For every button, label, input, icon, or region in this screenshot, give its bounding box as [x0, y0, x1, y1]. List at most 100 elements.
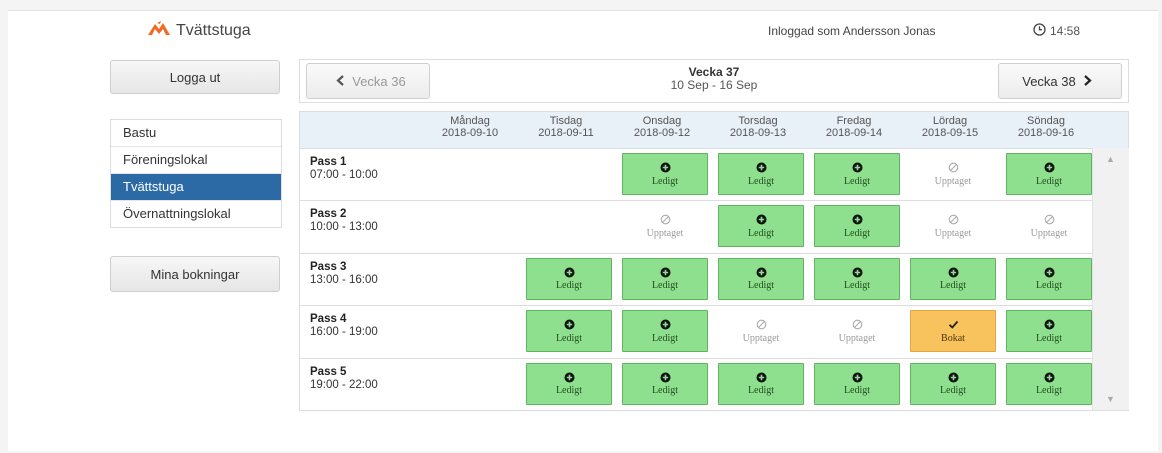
plus-circle-icon: [564, 266, 575, 278]
scrollbar[interactable]: ▲ ▼: [1092, 148, 1129, 410]
plus-circle-icon: [660, 162, 671, 174]
slot-status: Ledigt: [747, 227, 775, 239]
slot-free[interactable]: Ledigt: [718, 205, 804, 248]
plus-circle-icon: [756, 214, 767, 226]
slot-free[interactable]: Ledigt: [814, 257, 900, 300]
slot-free[interactable]: Ledigt: [526, 310, 612, 353]
slot-status: Bokat: [941, 332, 965, 344]
slot-free[interactable]: Ledigt: [910, 257, 996, 300]
pass-label: Pass 2 10:00 - 13:00: [310, 208, 378, 234]
slot-free[interactable]: Ledigt: [622, 362, 708, 405]
day-header-row: Måndag 2018-09-10 Tisdag 2018-09-11 Onsdag 20…: [300, 112, 1128, 149]
next-week-button[interactable]: Vecka 38: [998, 63, 1122, 99]
pass-time: 19:00 - 22:00: [310, 378, 378, 391]
slot-status: Ledigt: [555, 332, 583, 344]
check-icon: [948, 319, 959, 331]
slot-free[interactable]: Ledigt: [1006, 362, 1092, 405]
my-bookings-button[interactable]: Mina bokningar: [110, 256, 280, 292]
plus-circle-icon: [756, 266, 767, 278]
day-date: 2018-09-10: [441, 127, 499, 139]
pass-row: Pass 4 16:00 - 19:00 Ledigt Ledigt Upptaget U…: [300, 305, 1092, 359]
plus-circle-icon: [756, 162, 767, 174]
plus-circle-icon: [1044, 319, 1055, 331]
slot-free[interactable]: Ledigt: [814, 205, 900, 248]
clock-icon: [1033, 23, 1050, 39]
logout-button[interactable]: Logga ut: [110, 60, 280, 94]
day-header: Fredag 2018-09-14: [806, 115, 902, 139]
week-navigation: Vecka 36 Vecka 37 10 Sep - 16 Sep Vecka …: [299, 59, 1129, 103]
schedule-grid: Måndag 2018-09-10 Tisdag 2018-09-11 Onsdag 20…: [299, 111, 1129, 411]
slot-status: Upptaget: [1030, 227, 1068, 239]
slot-status: Ledigt: [939, 385, 967, 397]
slot-free[interactable]: Ledigt: [1006, 153, 1092, 195]
plus-circle-icon: [660, 371, 671, 383]
plus-circle-icon: [1044, 371, 1055, 383]
day-name: Torsdag: [738, 115, 778, 127]
category-item[interactable]: Tvättstuga: [111, 174, 281, 201]
slot-status: Upptaget: [934, 175, 972, 187]
slot-free[interactable]: Ledigt: [1006, 310, 1092, 353]
day-header: Tisdag 2018-09-11: [518, 115, 614, 139]
slot-free[interactable]: Ledigt: [622, 257, 708, 300]
chevron-right-icon: [1076, 74, 1098, 89]
day-date: 2018-09-16: [1017, 127, 1075, 139]
day-header: Onsdag 2018-09-12: [614, 115, 710, 139]
pass-name: Pass 4: [310, 313, 347, 326]
next-week-label: Vecka 38: [1022, 73, 1076, 89]
scroll-up-icon[interactable]: ▲: [1106, 154, 1115, 164]
pass-name: Pass 2: [310, 208, 347, 221]
slot-status: Ledigt: [843, 175, 871, 187]
slot-status: Ledigt: [939, 280, 967, 292]
pass-row: Pass 1 07:00 - 10:00 Ledigt Ledigt Ledigt Upp…: [300, 148, 1092, 202]
slot-free[interactable]: Ledigt: [622, 310, 708, 353]
slot-status: Upptaget: [838, 332, 876, 344]
slot-free[interactable]: Ledigt: [718, 362, 804, 405]
day-date: 2018-09-14: [825, 127, 883, 139]
pass-time: 16:00 - 19:00: [310, 326, 378, 339]
slot-free[interactable]: Ledigt: [718, 153, 804, 195]
slot-free[interactable]: Ledigt: [622, 153, 708, 195]
pass-name: Pass 5: [310, 365, 347, 378]
plus-circle-icon: [948, 371, 959, 383]
slot-status: Ledigt: [1035, 385, 1063, 397]
slot-taken: Upptaget: [1006, 205, 1092, 247]
scroll-down-icon[interactable]: ▼: [1106, 394, 1115, 404]
day-date: 2018-09-15: [921, 127, 979, 139]
slot-free[interactable]: Ledigt: [718, 257, 804, 300]
day-date: 2018-09-12: [633, 127, 691, 139]
day-name: Måndag: [450, 115, 490, 127]
slot-status: Ledigt: [651, 280, 679, 292]
clock: 14:58: [1033, 23, 1080, 39]
plus-circle-icon: [948, 266, 959, 278]
slot-free[interactable]: Ledigt: [814, 362, 900, 405]
slot-status: Ledigt: [555, 385, 583, 397]
category-item[interactable]: Bastu: [111, 120, 281, 147]
slot-free[interactable]: Ledigt: [910, 362, 996, 405]
brand[interactable]: Tvättstuga: [148, 21, 251, 40]
day-header: Söndag 2018-09-16: [998, 115, 1094, 139]
slot-booked[interactable]: Bokat: [910, 310, 996, 353]
slot-free[interactable]: Ledigt: [526, 257, 612, 300]
slot-free[interactable]: Ledigt: [814, 153, 900, 195]
day-name: Onsdag: [642, 115, 682, 127]
plus-circle-icon: [1044, 266, 1055, 278]
pass-label: Pass 5 19:00 - 22:00: [310, 366, 378, 392]
category-item[interactable]: Övernattningslokal: [111, 201, 281, 227]
slot-status: Ledigt: [747, 385, 775, 397]
category-item[interactable]: Föreningslokal: [111, 147, 281, 174]
slot-status: Ledigt: [1035, 280, 1063, 292]
slot-status: Ledigt: [1035, 175, 1063, 187]
plus-circle-icon: [564, 319, 575, 331]
slot-free[interactable]: Ledigt: [1006, 257, 1092, 300]
slot-status: Upptaget: [646, 227, 684, 239]
slot-status: Upptaget: [742, 332, 780, 344]
pass-name: Pass 1: [310, 156, 347, 168]
pass-label: Pass 4 16:00 - 19:00: [310, 313, 378, 339]
day-header: Lördag 2018-09-15: [902, 115, 998, 139]
plus-circle-icon: [852, 214, 863, 226]
slot-status: Ledigt: [651, 385, 679, 397]
slot-free[interactable]: Ledigt: [526, 362, 612, 405]
slot-taken: Upptaget: [910, 153, 996, 195]
day-name: Söndag: [1027, 115, 1065, 127]
slot-status: Ledigt: [555, 280, 583, 292]
